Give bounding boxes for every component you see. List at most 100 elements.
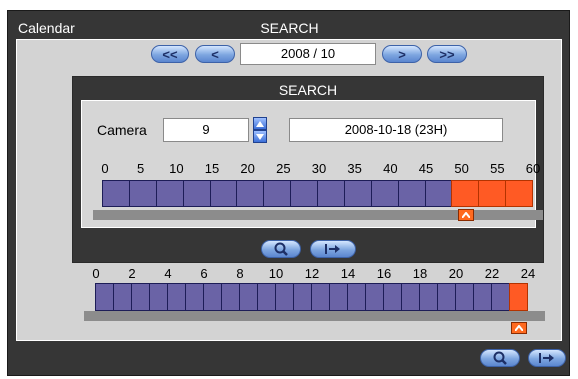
timeline-segment[interactable] [221, 283, 240, 311]
tick-label: 14 [340, 266, 356, 281]
minute-timeline[interactable] [102, 180, 533, 207]
timeline-segment[interactable] [128, 180, 157, 207]
tick-label: 24 [520, 266, 536, 281]
camera-down-button[interactable] [253, 130, 267, 143]
tick-label: 8 [236, 266, 244, 281]
dialog-panel: Camera 9 2008-10-18 (23H) 0 5 10 15 20 25 30 35… [81, 100, 543, 228]
timeline-segment[interactable] [113, 283, 132, 311]
hour-marker[interactable] [510, 322, 527, 334]
tick-label: 0 [92, 266, 100, 281]
tick-label: 5 [137, 161, 145, 176]
tick-label: 35 [347, 161, 362, 176]
timeline-segment[interactable] [185, 283, 204, 311]
timeline-segment[interactable] [397, 180, 426, 207]
hour-scroll-track[interactable] [84, 311, 545, 321]
timeline-segment[interactable] [347, 283, 366, 311]
timeline-segment[interactable] [478, 180, 507, 207]
tick-label: 25 [276, 161, 291, 176]
camera-label: Camera [97, 122, 147, 138]
datetime-field[interactable]: 2008-10-18 (23H) [289, 118, 503, 142]
window-heading: SEARCH [260, 20, 319, 36]
exit-button[interactable] [310, 240, 356, 258]
tick-label: 10 [169, 161, 184, 176]
timeline-segment[interactable] [473, 283, 492, 311]
exit-button-bottom[interactable] [528, 349, 566, 367]
search-button-bottom[interactable] [480, 349, 520, 367]
timeline-segment[interactable] [209, 180, 238, 207]
tick-label: 22 [484, 266, 500, 281]
timeline-segment[interactable] [95, 283, 114, 311]
camera-up-button[interactable] [253, 117, 267, 130]
search-dialog: SEARCH Camera 9 2008-10-18 (23H) 0 5 10 15 2… [72, 76, 544, 263]
calendar-search-window: Calendar SEARCH << < 2008 / 10 > >> SEAR… [7, 10, 570, 376]
timeline-segment[interactable] [437, 283, 456, 311]
timeline-segment[interactable] [317, 180, 345, 207]
tick-label: 60 [525, 161, 541, 176]
calendar-panel: << < 2008 / 10 > >> SEARCH Camera 9 2008… [16, 39, 562, 341]
timeline-segment[interactable] [203, 283, 222, 311]
timeline-segment[interactable] [311, 283, 330, 311]
timeline-segment[interactable] [275, 283, 294, 311]
timeline-segment[interactable] [293, 283, 312, 311]
tick-label: 55 [490, 161, 505, 176]
prev-year-button[interactable]: << [151, 45, 189, 63]
magnifier-icon [274, 242, 288, 256]
timeline-segment[interactable] [239, 283, 258, 311]
camera-spinner[interactable] [253, 117, 267, 143]
timeline-segment[interactable] [131, 283, 150, 311]
tick-label: 12 [304, 266, 320, 281]
tick-label: 6 [200, 266, 208, 281]
timeline-segment[interactable] [370, 180, 399, 207]
timeline-segment[interactable] [509, 283, 528, 311]
tick-label: 10 [268, 266, 284, 281]
timeline-segment[interactable] [182, 180, 211, 207]
tick-label: 2 [128, 266, 136, 281]
minute-scroll-track[interactable] [93, 210, 543, 220]
minute-marker[interactable] [457, 209, 474, 221]
timeline-segment[interactable] [263, 180, 292, 207]
tick-label: 20 [448, 266, 464, 281]
timeline-segment[interactable] [401, 283, 420, 311]
timeline-segment[interactable] [491, 283, 510, 311]
search-button[interactable] [261, 240, 301, 258]
tick-label: 20 [240, 161, 255, 176]
timeline-segment[interactable] [383, 283, 402, 311]
chevron-up-icon [256, 121, 264, 127]
prev-month-button[interactable]: < [195, 45, 235, 63]
tick-label: 45 [418, 161, 434, 176]
chevron-up-icon [461, 212, 470, 218]
exit-arrow-icon [325, 244, 340, 254]
timeline-segment[interactable] [419, 283, 438, 311]
timeline-segment[interactable] [257, 283, 276, 311]
tick-label: 15 [204, 161, 220, 176]
chevron-up-icon [514, 325, 523, 331]
tick-label: 0 [101, 161, 109, 176]
timeline-segment[interactable] [451, 180, 480, 207]
tick-label: 18 [412, 266, 428, 281]
timeline-segment[interactable] [329, 283, 348, 311]
timeline-segment[interactable] [505, 180, 533, 207]
timeline-segment[interactable] [149, 283, 168, 311]
timeline-segment[interactable] [236, 180, 265, 207]
hour-timeline[interactable] [95, 283, 528, 311]
timeline-segment[interactable] [102, 180, 130, 207]
timeline-segment[interactable] [343, 180, 372, 207]
next-month-button[interactable]: > [382, 45, 422, 63]
timeline-segment[interactable] [167, 283, 186, 311]
dialog-title: SEARCH [278, 82, 338, 98]
exit-arrow-icon [539, 353, 554, 363]
tick-label: 16 [376, 266, 392, 281]
tick-label: 50 [454, 161, 469, 176]
timeline-segment[interactable] [290, 180, 318, 207]
tick-label: 30 [311, 161, 327, 176]
hour-tick-labels: 0 2 4 6 8 10 12 14 16 18 20 22 24 [17, 266, 563, 282]
timeline-segment[interactable] [155, 180, 184, 207]
chevron-down-icon [256, 134, 264, 140]
next-year-button[interactable]: >> [427, 45, 467, 63]
timeline-segment[interactable] [455, 283, 474, 311]
current-month-field[interactable]: 2008 / 10 [240, 43, 376, 65]
camera-field[interactable]: 9 [163, 118, 249, 142]
tick-label: 4 [164, 266, 172, 281]
timeline-segment[interactable] [424, 180, 453, 207]
timeline-segment[interactable] [365, 283, 384, 311]
